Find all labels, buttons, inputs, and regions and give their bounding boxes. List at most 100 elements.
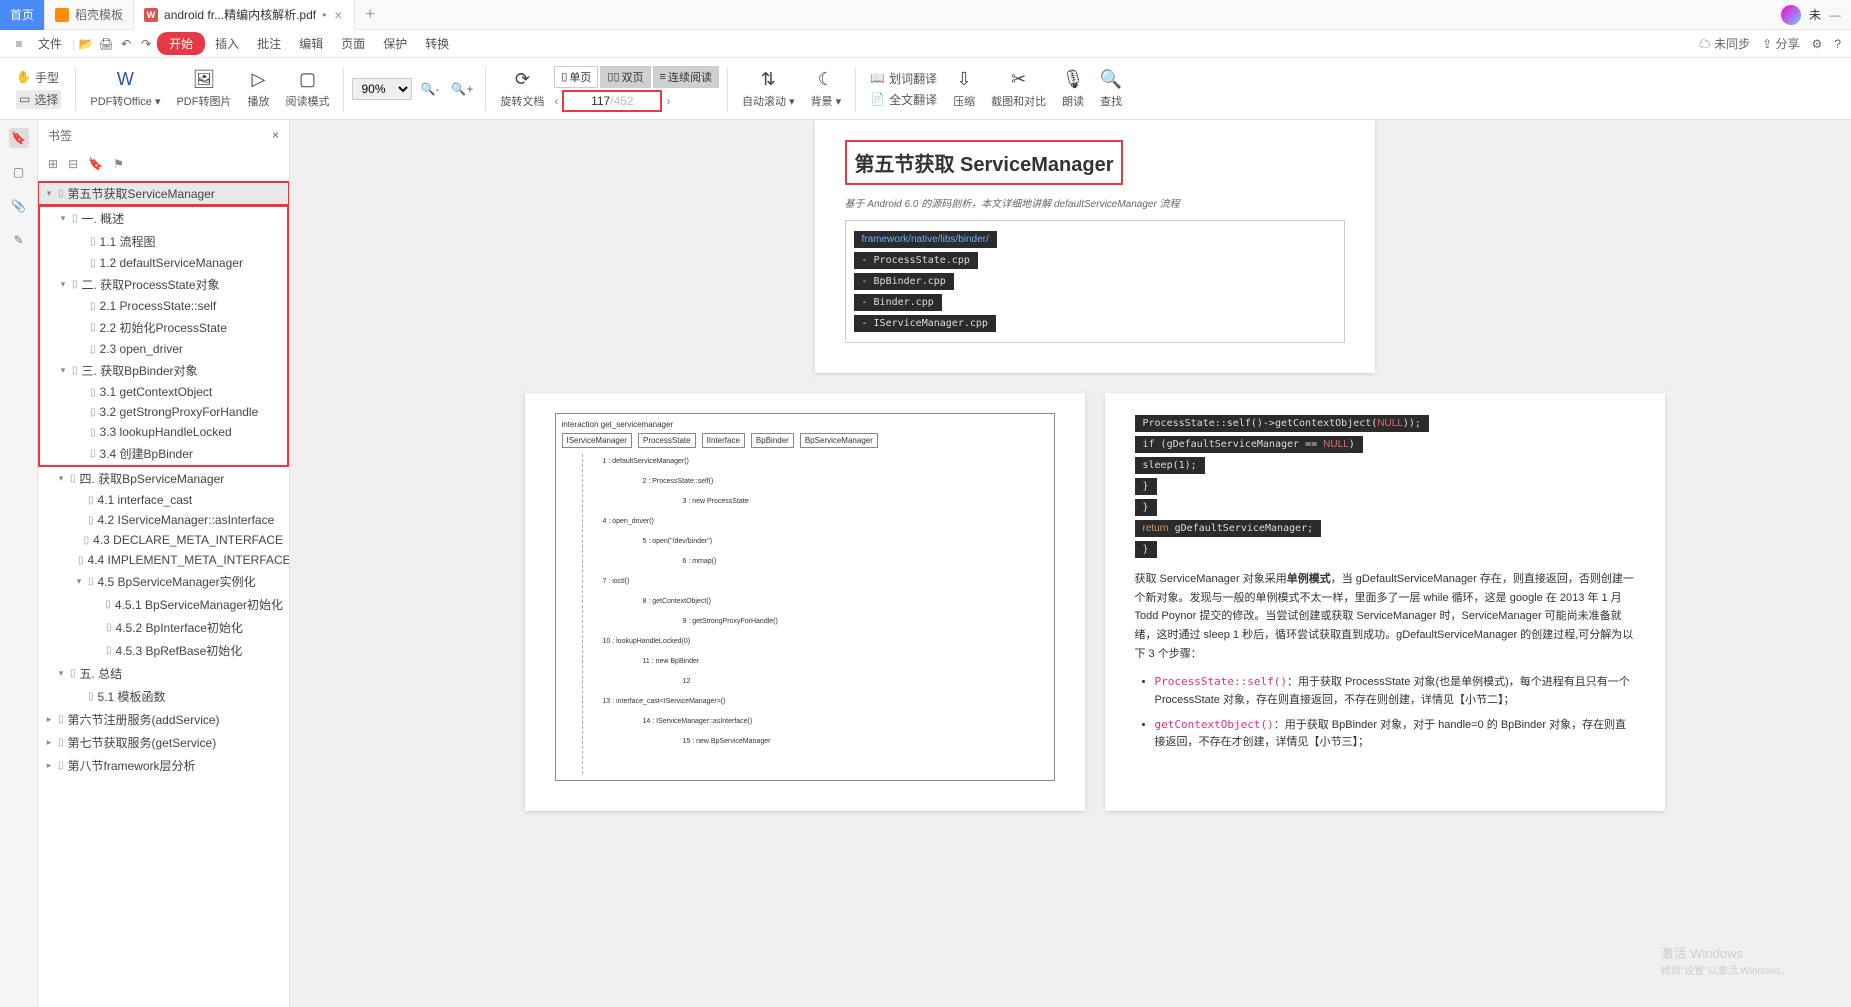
- bookmark-item[interactable]: ▸▯第六节注册服务(addService): [38, 708, 289, 731]
- menu-convert[interactable]: 转换: [417, 32, 457, 55]
- single-page[interactable]: ▯ 单页: [554, 66, 598, 88]
- bookmark-item[interactable]: ▯4.2 IServiceManager::asInterface: [38, 510, 289, 530]
- bookmark-item[interactable]: ▯2.1 ProcessState::self: [40, 296, 287, 316]
- bookmark-item[interactable]: ▯1.1 流程图: [40, 230, 287, 253]
- bookmark-item[interactable]: ▸▯第七节获取服务(getService): [38, 731, 289, 754]
- menu-protect[interactable]: 保护: [375, 32, 415, 55]
- continuous-read[interactable]: ≡ 连续阅读: [653, 66, 719, 88]
- bookmark-item[interactable]: ▯2.3 open_driver: [40, 339, 287, 359]
- close-icon[interactable]: ×: [332, 7, 344, 23]
- full-translate[interactable]: 📄 全文翻译: [870, 91, 937, 108]
- sequence-message: 1 : defaultServiceManager(): [603, 458, 689, 465]
- play-icon: ▷: [247, 69, 269, 91]
- moon-icon: ☾: [815, 69, 837, 91]
- menu-annotate[interactable]: 批注: [249, 32, 289, 55]
- bookmark-item[interactable]: ▾▯第五节获取ServiceManager: [38, 182, 289, 205]
- code-line: }: [1135, 499, 1157, 516]
- read-mode[interactable]: ▢阅读模式: [279, 69, 335, 109]
- tab-home[interactable]: 首页: [0, 0, 45, 30]
- attachment-rail-icon[interactable]: 📎: [9, 196, 29, 216]
- code-line: }: [1135, 541, 1157, 558]
- bookmark-item[interactable]: ▯4.3 DECLARE_META_INTERFACE: [38, 530, 289, 550]
- read-aloud[interactable]: 🎙朗读: [1056, 69, 1090, 109]
- bookmark-item[interactable]: ▾▯四. 获取BpServiceManager: [38, 467, 289, 490]
- sequence-message: 6 : mmap(): [683, 558, 717, 565]
- bookmark-item[interactable]: ▾▯五. 总结: [38, 662, 289, 685]
- sync-status[interactable]: ☁ 未同步: [1699, 35, 1750, 52]
- bookmark-item[interactable]: ▯2.2 初始化ProcessState: [40, 316, 287, 339]
- compress[interactable]: ⇩压缩: [947, 69, 981, 109]
- menu-icon[interactable]: ≡: [10, 35, 28, 53]
- open-icon[interactable]: 📂: [77, 35, 95, 53]
- auto-scroll[interactable]: ⇅自动滚动 ▾: [736, 69, 801, 109]
- prev-page-icon[interactable]: ‹: [554, 94, 558, 108]
- redo-icon[interactable]: ↷: [137, 35, 155, 53]
- bookmark-item[interactable]: ▾▯一. 概述: [40, 207, 287, 230]
- compress-icon: ⇩: [953, 69, 975, 91]
- bookmark-item[interactable]: ▯1.2 defaultServiceManager: [40, 253, 287, 273]
- bookmark-add-icon[interactable]: 🔖: [88, 157, 103, 171]
- find[interactable]: 🔍查找: [1094, 69, 1128, 109]
- bookmark-item[interactable]: ▯4.4 IMPLEMENT_META_INTERFACE: [38, 550, 289, 570]
- bookmark-item[interactable]: ▯4.5.2 BpInterface初始化: [38, 616, 289, 639]
- double-page[interactable]: ▯▯ 双页: [600, 66, 650, 88]
- bookmark-item[interactable]: ▯3.2 getStrongProxyForHandle: [40, 402, 287, 422]
- hand-tool[interactable]: ✋ 手型: [16, 69, 61, 86]
- share-button[interactable]: ⇪ 分享: [1762, 35, 1799, 52]
- window-min-icon[interactable]: —: [1829, 8, 1841, 22]
- zoom-out-icon[interactable]: 🔍-: [416, 82, 443, 96]
- new-tab-button[interactable]: +: [355, 0, 384, 30]
- screenshot-compare[interactable]: ✂截图和对比: [985, 69, 1052, 109]
- code-path: framework/native/libs/binder/: [854, 231, 997, 248]
- bookmark-item[interactable]: ▯4.5.3 BpRefBase初始化: [38, 639, 289, 662]
- menu-insert[interactable]: 插入: [207, 32, 247, 55]
- bookmark-tree[interactable]: ▾▯第五节获取ServiceManager▾▯一. 概述▯1.1 流程图▯1.2…: [38, 178, 289, 1007]
- next-page-icon[interactable]: ›: [666, 94, 670, 108]
- bookmark-item[interactable]: ▯5.1 模板函数: [38, 685, 289, 708]
- play-button[interactable]: ▷播放: [241, 69, 275, 109]
- document-viewport[interactable]: 第五节获取 ServiceManager 基于 Android 6.0 的源码剖…: [290, 120, 1851, 1007]
- zoom-select[interactable]: 90%: [352, 78, 412, 100]
- bookmark-item[interactable]: ▯3.4 创建BpBinder: [40, 442, 287, 465]
- pdf-to-image[interactable]: 🖼PDF转图片: [170, 69, 237, 109]
- bookmark-item[interactable]: ▸▯第八节framework层分析: [38, 754, 289, 777]
- bookmark-item[interactable]: ▾▯三. 获取BpBinder对象: [40, 359, 287, 382]
- background[interactable]: ☾背景 ▾: [805, 69, 848, 109]
- avatar[interactable]: [1781, 5, 1801, 25]
- bookmark-item[interactable]: ▾▯二. 获取ProcessState对象: [40, 273, 287, 296]
- menu-start[interactable]: 开始: [157, 32, 205, 55]
- sequence-message: 3 : new ProcessState: [683, 498, 749, 505]
- code-file: - BpBinder.cpp: [854, 273, 954, 290]
- select-tool[interactable]: ▭ 选择: [16, 90, 61, 109]
- bookmark-tools: ⊞ ⊟ 🔖 ⚑: [38, 150, 289, 178]
- help-icon[interactable]: ?: [1834, 37, 1841, 51]
- thumbnail-rail-icon[interactable]: ▢: [9, 162, 29, 182]
- code-line: }: [1135, 478, 1157, 495]
- note-rail-icon[interactable]: ✎: [9, 230, 29, 250]
- page-input[interactable]: 117/452: [562, 90, 662, 112]
- bookmark-item[interactable]: ▯3.1 getContextObject: [40, 382, 287, 402]
- tab-document[interactable]: W android fr...精编内核解析.pdf • ×: [134, 0, 355, 30]
- undo-icon[interactable]: ↶: [117, 35, 135, 53]
- menu-file[interactable]: 文件: [30, 32, 70, 55]
- zoom-in-icon[interactable]: 🔍+: [447, 82, 477, 96]
- bookmark-item[interactable]: ▯3.3 lookupHandleLocked: [40, 422, 287, 442]
- menu-edit[interactable]: 编辑: [291, 32, 331, 55]
- word-translate[interactable]: 📖 划词翻译: [870, 70, 937, 87]
- bookmark-item[interactable]: ▾▯4.5 BpServiceManager实例化: [38, 570, 289, 593]
- bookmark-flag-icon[interactable]: ⚑: [113, 157, 124, 171]
- tab-template[interactable]: 稻壳模板: [45, 0, 134, 30]
- code-file: - IServiceManager.cpp: [854, 315, 996, 332]
- rotate-doc[interactable]: ⟳旋转文档: [494, 69, 550, 109]
- settings-icon[interactable]: ⚙: [1812, 37, 1823, 51]
- pdf-to-office[interactable]: WPDF转Office ▾: [84, 69, 166, 109]
- bookmark-item[interactable]: ▯4.1 interface_cast: [38, 490, 289, 510]
- bookmark-item[interactable]: ▯4.5.1 BpServiceManager初始化: [38, 593, 289, 616]
- menu-page[interactable]: 页面: [333, 32, 373, 55]
- expand-icon[interactable]: ⊞: [48, 157, 58, 171]
- collapse-icon[interactable]: ⊟: [68, 157, 78, 171]
- close-panel-icon[interactable]: ×: [272, 128, 279, 142]
- print-icon[interactable]: 🖨: [97, 35, 115, 53]
- bookmark-rail-icon[interactable]: 🔖: [9, 128, 29, 148]
- sequence-message: 15 : new BpServiceManager: [683, 738, 771, 745]
